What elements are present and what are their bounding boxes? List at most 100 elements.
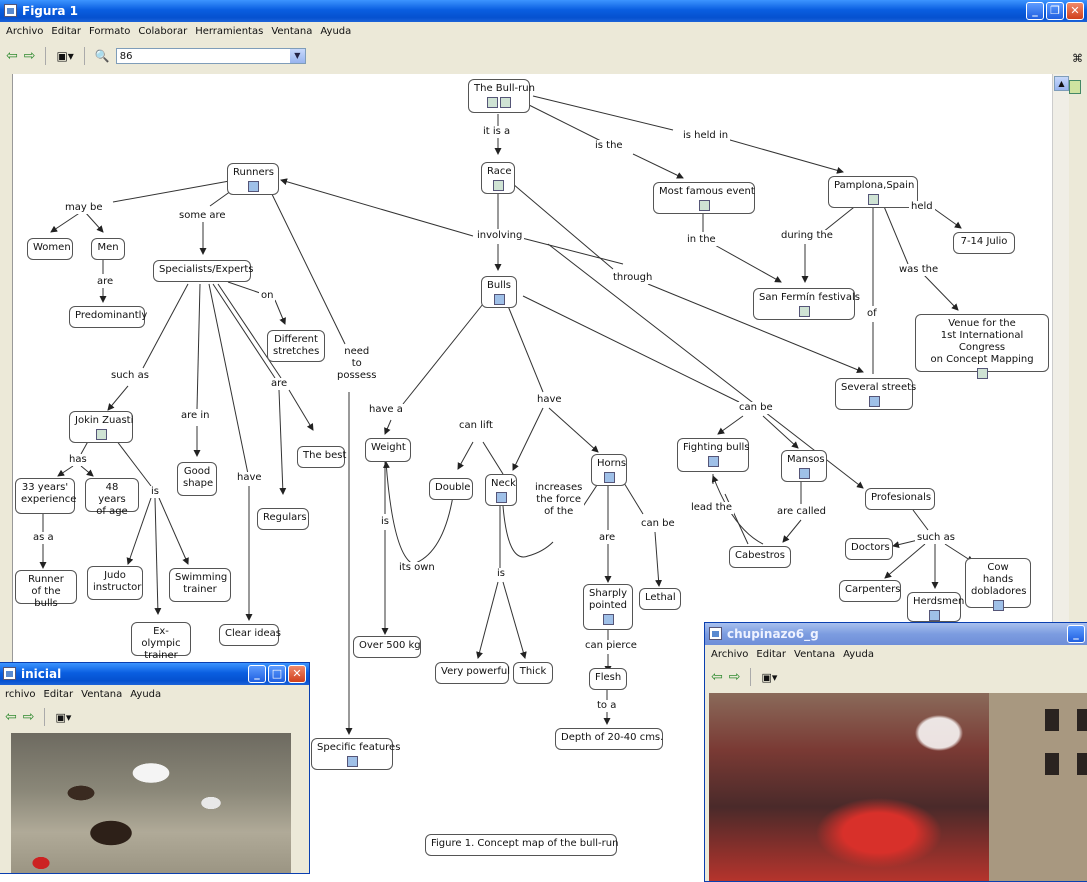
node-neck[interactable]: Neck xyxy=(485,474,517,506)
node-over500[interactable]: Over 500 kg xyxy=(353,636,421,658)
link-duringthe[interactable]: during the xyxy=(779,230,835,242)
resource-icon[interactable] xyxy=(492,180,504,191)
maximize-button[interactable]: □ xyxy=(268,665,286,683)
link-are2[interactable]: are xyxy=(269,378,290,390)
menu-archivo[interactable]: Archivo xyxy=(711,645,748,665)
node-flesh[interactable]: Flesh xyxy=(589,668,627,690)
node-runners[interactable]: Runners xyxy=(227,163,279,195)
resource-icon[interactable] xyxy=(798,306,810,317)
image-resource-icon[interactable] xyxy=(928,610,940,621)
node-several[interactable]: Several streets xyxy=(835,378,916,410)
chupinazo-titlebar[interactable]: chupinazo6_g _ xyxy=(705,623,1087,645)
node-weight[interactable]: Weight xyxy=(365,438,411,462)
menu-archivo[interactable]: Archivo xyxy=(6,22,43,42)
node-cowhands[interactable]: Cow hands dobladores xyxy=(965,558,1031,611)
image-resource-icon[interactable] xyxy=(346,756,358,767)
link-suchas2[interactable]: such as xyxy=(915,532,957,544)
link-canbe2[interactable]: can be xyxy=(639,518,677,530)
link-involving[interactable]: involving xyxy=(475,230,525,242)
node-sanfermin[interactable]: San Fermín festivals xyxy=(753,288,860,320)
link-on[interactable]: on xyxy=(259,290,276,302)
link-have2[interactable]: have xyxy=(535,394,564,406)
forward-arrow-icon[interactable]: ⇨ xyxy=(24,48,36,64)
node-exolympic[interactable]: Ex-olympic trainer xyxy=(131,622,191,661)
menu-ventana[interactable]: Ventana xyxy=(271,22,312,42)
resource-icon[interactable] xyxy=(95,429,107,440)
link-wasthe[interactable]: was the xyxy=(897,264,941,276)
inicial-titlebar[interactable]: inicial _ □ ✕ xyxy=(0,663,309,685)
minimize-button[interactable]: _ xyxy=(1026,2,1044,20)
node-fighting[interactable]: Fighting bulls xyxy=(677,438,750,472)
node-clear[interactable]: Clear ideas xyxy=(219,624,281,646)
link-is-neck[interactable]: is xyxy=(495,568,507,580)
link-havea[interactable]: have a xyxy=(367,404,405,416)
link-increases[interactable]: increases the force of the xyxy=(533,482,585,518)
node-venue[interactable]: Venue for the 1st International Congress… xyxy=(915,314,1049,379)
resource-icon[interactable] xyxy=(698,200,710,211)
node-runnerbulls[interactable]: Runner of the bulls xyxy=(15,570,77,609)
node-jokin[interactable]: Jokin Zuasti xyxy=(69,411,133,443)
link-are-horns[interactable]: are xyxy=(597,532,618,544)
link-inthe[interactable]: in the xyxy=(685,234,718,246)
forward-arrow-icon[interactable]: ⇨ xyxy=(729,669,741,685)
node-specialists[interactable]: Specialists/Experts xyxy=(153,260,254,282)
node-good[interactable]: Good shape xyxy=(177,462,217,496)
node-women[interactable]: Women xyxy=(27,238,73,260)
minimize-button[interactable]: _ xyxy=(248,665,266,683)
menu-ayuda[interactable]: Ayuda xyxy=(843,645,874,665)
node-famous[interactable]: Most famous event xyxy=(653,182,755,214)
menu-ventana[interactable]: Ventana xyxy=(81,685,122,705)
link-arecalled[interactable]: are called xyxy=(775,506,829,518)
node-verypowerful[interactable]: Very powerful xyxy=(435,662,510,684)
resource-icon[interactable] xyxy=(976,368,988,379)
link-held[interactable]: held xyxy=(909,201,935,213)
link-itsown[interactable]: its own xyxy=(397,562,437,574)
side-panel-icon[interactable] xyxy=(1069,80,1081,94)
node-men[interactable]: Men xyxy=(91,238,125,260)
image-resource-icon[interactable] xyxy=(868,396,880,407)
chevron-down-icon[interactable]: ▼ xyxy=(289,49,305,63)
node-specific[interactable]: Specific features xyxy=(311,738,400,770)
window-chupinazo[interactable]: chupinazo6_g _ Archivo Editar Ventana Ay… xyxy=(704,622,1087,882)
view-mode-icon[interactable]: ▣▾ xyxy=(55,711,71,724)
back-arrow-icon[interactable]: ⇦ xyxy=(711,669,723,685)
view-mode-icon[interactable]: ▣▾ xyxy=(761,671,777,684)
link-asa[interactable]: as a xyxy=(31,532,56,544)
main-titlebar[interactable]: Figura 1 _ ❐ ✕ xyxy=(0,0,1087,22)
image-resource-icon[interactable] xyxy=(603,472,615,483)
link-toa[interactable]: to a xyxy=(595,700,619,712)
link-canbe1[interactable]: can be xyxy=(737,402,775,414)
node-doctors[interactable]: Doctors xyxy=(845,538,893,560)
menu-colaborar[interactable]: Colaborar xyxy=(138,22,187,42)
node-regulars[interactable]: Regulars xyxy=(257,508,309,530)
image-resource-icon[interactable] xyxy=(247,181,259,192)
menu-editar[interactable]: Editar xyxy=(44,685,74,705)
node-predominantly[interactable]: Predominantly xyxy=(69,306,147,328)
image-resource-icon[interactable] xyxy=(992,600,1004,611)
scroll-up-arrow-icon[interactable]: ▲ xyxy=(1054,76,1069,91)
close-button[interactable]: ✕ xyxy=(1066,2,1084,20)
view-mode-icon[interactable]: ▣▾ xyxy=(56,49,73,63)
resource-icon[interactable] xyxy=(500,97,511,108)
image-resource-icon[interactable] xyxy=(493,294,505,305)
node-race[interactable]: Race xyxy=(481,162,515,194)
node-pamplona[interactable]: Pamplona,Spain xyxy=(828,176,918,208)
link-through[interactable]: through xyxy=(611,272,655,284)
node-double[interactable]: Double xyxy=(429,478,473,500)
back-arrow-icon[interactable]: ⇦ xyxy=(5,709,17,725)
link-isthe[interactable]: is the xyxy=(593,140,625,152)
link-arein[interactable]: are in xyxy=(179,410,212,422)
link-of[interactable]: of xyxy=(865,308,879,320)
link-maybe[interactable]: may be xyxy=(63,202,105,214)
link-is-jokin[interactable]: is xyxy=(149,486,161,498)
image-resource-icon[interactable] xyxy=(707,456,719,467)
close-button[interactable]: ✕ xyxy=(288,665,306,683)
menu-ventana[interactable]: Ventana xyxy=(794,645,835,665)
link-need[interactable]: need to possess xyxy=(335,346,379,382)
resource-icon[interactable] xyxy=(487,97,498,108)
node-carpenters[interactable]: Carpenters xyxy=(839,580,901,602)
link-isheldin[interactable]: is held in xyxy=(681,130,731,142)
restore-button[interactable]: ❐ xyxy=(1046,2,1064,20)
node-horns[interactable]: Horns xyxy=(591,454,627,486)
toolbar-right-icon[interactable]: ⌘ xyxy=(1072,52,1083,65)
